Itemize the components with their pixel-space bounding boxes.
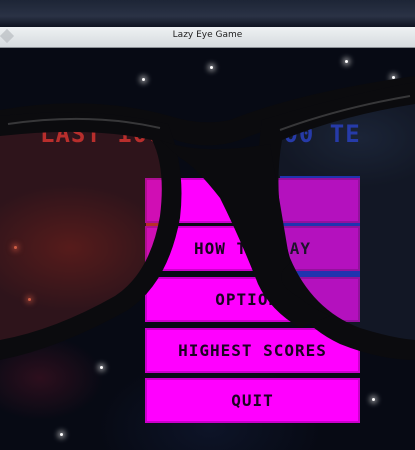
window-title-bar[interactable]: Lazy Eye Game — [0, 27, 415, 48]
star — [14, 246, 17, 249]
star — [345, 60, 348, 63]
star — [60, 433, 63, 436]
star — [28, 298, 31, 301]
window-title: Lazy Eye Game — [172, 30, 243, 40]
game-canvas[interactable]: LAST 100 100 TE PLAY HOW TO PLAY OPTIONS… — [0, 48, 415, 450]
play-button[interactable]: PLAY — [145, 178, 360, 223]
highest-scores-button[interactable]: HIGHEST SCORES — [145, 328, 360, 373]
star — [100, 366, 103, 369]
star — [142, 78, 145, 81]
right-eye-score: 100 TE — [268, 120, 361, 148]
screen: Lazy Eye Game LAST 100 100 TE PLAY HOW T… — [0, 0, 415, 450]
star — [372, 398, 375, 401]
quit-button[interactable]: QUIT — [145, 378, 360, 423]
options-button[interactable]: OPTIONS — [145, 277, 360, 322]
left-eye-score: LAST 100 — [40, 120, 164, 148]
star — [210, 66, 213, 69]
star — [392, 76, 395, 79]
desktop-top-strip — [0, 0, 415, 27]
how-to-play-button[interactable]: HOW TO PLAY — [145, 226, 360, 271]
